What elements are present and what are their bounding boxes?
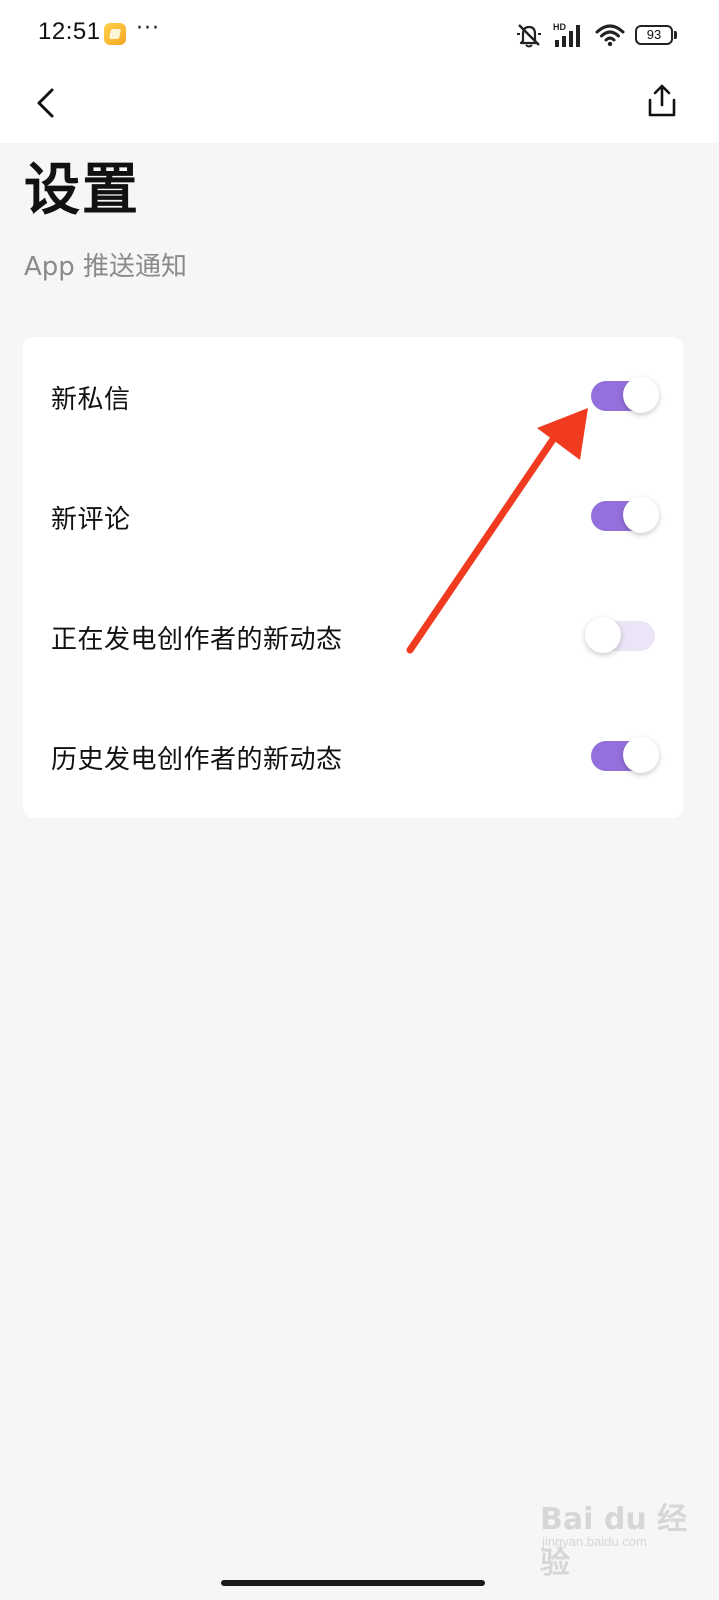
signal-hd-label: HD xyxy=(553,22,566,32)
toggle-current-creators[interactable] xyxy=(585,617,655,653)
setting-row-new-comment[interactable]: 新评论 xyxy=(23,457,683,577)
share-icon[interactable] xyxy=(645,82,679,120)
nav-bar xyxy=(0,70,719,143)
baidu-watermark: Bai du 经验 jingyan.baidu.com xyxy=(540,1488,700,1581)
toggle-knob xyxy=(585,617,621,653)
section-label: App 推送通知 xyxy=(24,252,188,282)
mute-icon xyxy=(517,24,541,48)
wifi-icon xyxy=(595,24,625,47)
home-indicator[interactable] xyxy=(221,1580,485,1586)
notification-settings-card: 新私信 新评论 正在发电创作者的新动态 历史发电创作者的新动态 xyxy=(23,337,683,818)
settings-screen: 12:51 ··· HD 93 设置 App 推送通知 新私信 新评论 正在发电… xyxy=(0,0,719,1600)
setting-row-past-creators[interactable]: 历史发电创作者的新动态 xyxy=(23,697,683,817)
page-title: 设置 xyxy=(24,158,140,223)
setting-label: 正在发电创作者的新动态 xyxy=(51,625,343,655)
toggle-knob xyxy=(623,377,659,413)
toggle-knob xyxy=(623,737,659,773)
toggle-knob xyxy=(623,497,659,533)
battery-icon: 93 xyxy=(635,25,677,45)
setting-row-new-message[interactable]: 新私信 xyxy=(23,337,683,457)
toggle-new-message[interactable] xyxy=(591,377,659,413)
signal-icon: HD xyxy=(553,22,580,47)
status-bar: 12:51 ··· HD 93 xyxy=(0,0,719,70)
setting-label: 新私信 xyxy=(51,385,131,415)
setting-label: 新评论 xyxy=(51,505,131,535)
watermark-url: jingyan.baidu.com xyxy=(542,1534,647,1549)
status-time: 12:51 xyxy=(38,18,101,45)
status-icons: HD 93 xyxy=(515,20,677,50)
setting-row-current-creators[interactable]: 正在发电创作者的新动态 xyxy=(23,577,683,697)
notification-app-icon xyxy=(104,23,126,45)
toggle-past-creators[interactable] xyxy=(591,737,659,773)
toggle-new-comment[interactable] xyxy=(591,497,659,533)
more-notifications-icon: ··· xyxy=(136,16,160,41)
setting-label: 历史发电创作者的新动态 xyxy=(51,745,343,775)
chevron-left-icon[interactable] xyxy=(30,86,64,120)
